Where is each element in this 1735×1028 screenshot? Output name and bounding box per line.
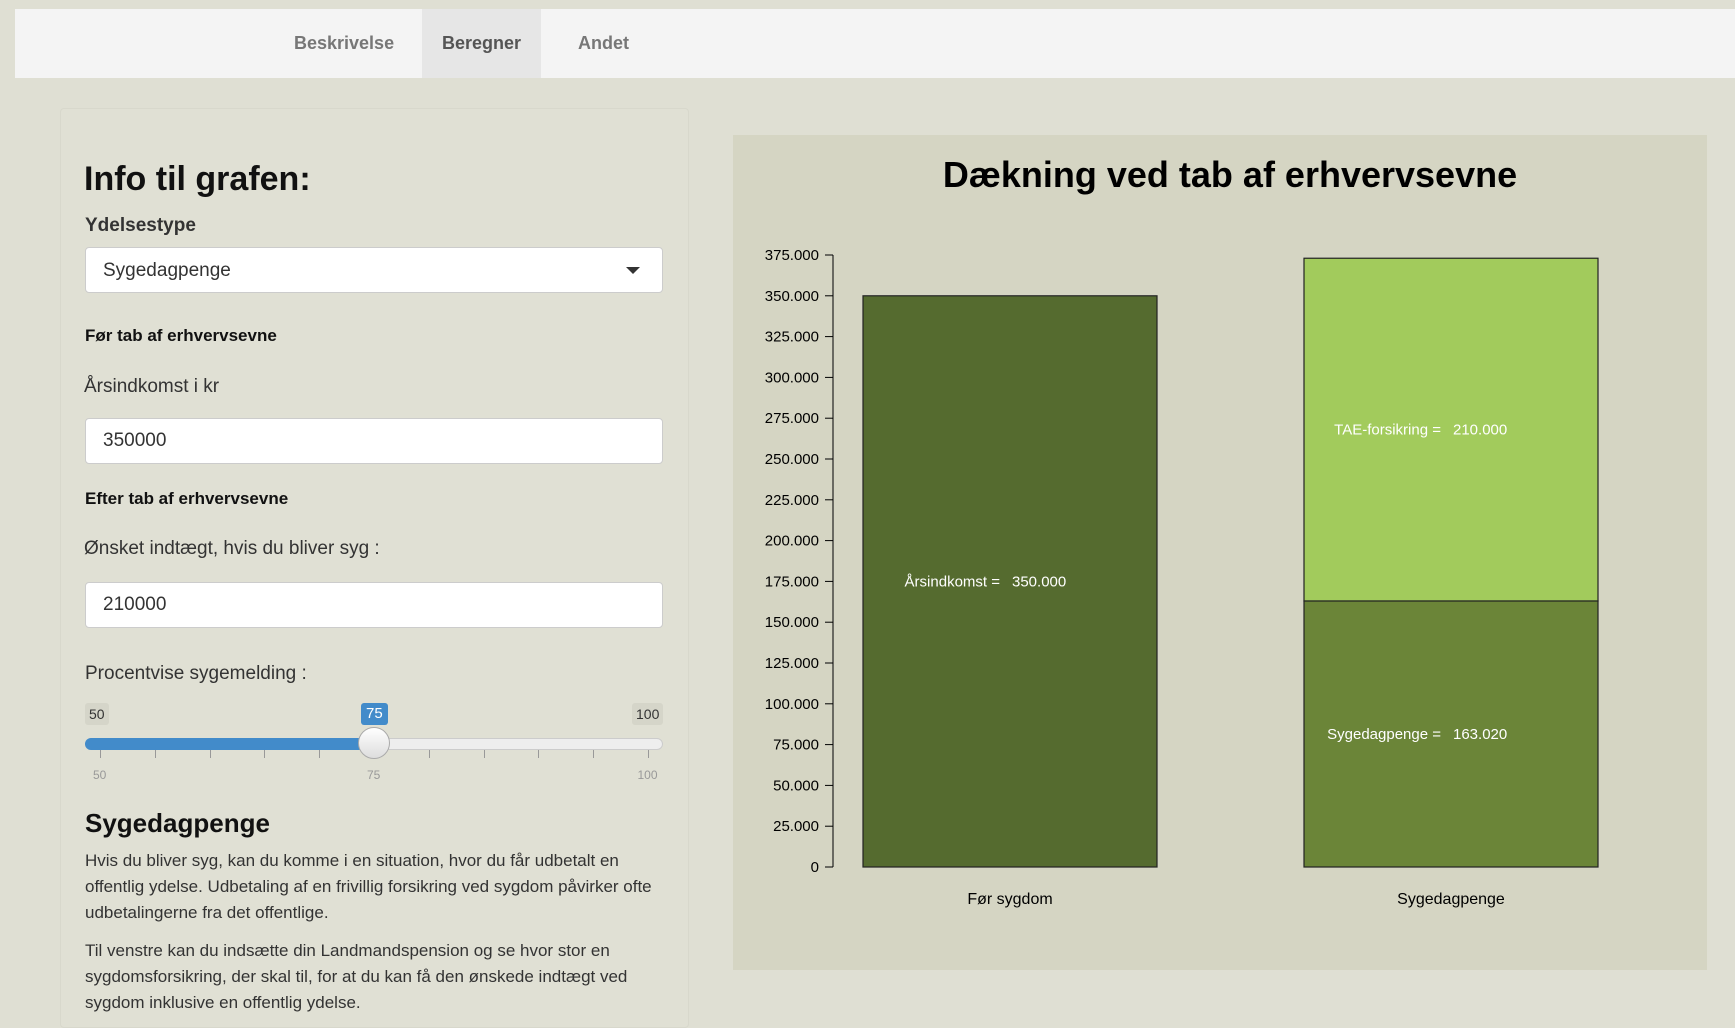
desired-income-label: Ønsket indtægt, hvis du bliver syg : [84,538,380,559]
x-category-label: Sygedagpenge [1397,891,1505,908]
slider-tick [209,750,211,758]
y-tick-label: 200.000 [765,533,819,550]
desired-income-input[interactable] [85,582,663,628]
slider-tick [593,750,595,758]
coverage-chart: Dækning ved tab af erhvervsevne 0 25.000 5… [765,154,1599,908]
y-tick-label: 150.000 [765,614,819,631]
after-heading: Efter tab af erhvervsevne [85,489,289,508]
caret-down-icon [626,267,640,274]
y-tick-label: 350.000 [765,288,819,305]
slider-tick-label: 75 [367,768,381,782]
slider-label: Procentvise sygemelding : [85,663,307,684]
y-tick-label: 375.000 [765,247,819,264]
slider-tick [154,750,156,758]
benefit-type-selected: Sygedagpenge [103,260,231,281]
y-tick-label: 325.000 [765,329,819,346]
bar-segment-label: Sygedagpenge = [1327,726,1441,743]
y-tick-label: 275.000 [765,410,819,427]
slider-tick [648,750,649,758]
bar-value-label: 163.020 [1453,726,1507,743]
slider-min-label: 50 [85,703,109,725]
slider-tick [100,750,101,758]
slider-tick-label: 100 [637,768,658,782]
paragraph-1: Hvis du bliver syg, kan du komme i en si… [85,851,652,922]
benefit-type-label: Ydelsestype [85,215,196,236]
slider-tick-label: 50 [93,768,107,782]
navbar: Beskrivelse Beregner Andet [15,9,1735,78]
y-tick-label: 250.000 [765,451,819,468]
slider-tick [483,750,485,758]
slider-tick [428,750,430,758]
income-input[interactable] [85,418,663,464]
tab-beregner[interactable]: Beregner [422,9,542,78]
paragraph-2: Til venstre kan du indsætte din Landmand… [85,941,628,1012]
chart-title: Dækning ved tab af erhvervsevne [943,154,1517,195]
chart-panel: Dækning ved tab af erhvervsevne 0 25.000 5… [733,135,1707,970]
tab-andet[interactable]: Andet [557,9,650,78]
section-title: Sygedagpenge [85,808,270,838]
y-tick-label: 100.000 [765,696,819,713]
income-label: Årsindkomst i kr [84,376,220,397]
y-axis: 0 25.000 50.000 75.000 100.000 125.000 150.000… [765,247,834,876]
slider-tick [319,750,321,758]
y-tick-label: 0 [811,859,819,876]
y-tick-label: 225.000 [765,492,819,509]
slider-fill [85,738,374,750]
slider-tick [264,750,266,758]
sidebar-title: Info til grafen: [84,160,311,198]
slider-handle[interactable] [358,727,390,759]
y-tick-label: 175.000 [765,573,819,590]
y-tick-label: 125.000 [765,655,819,672]
y-tick-label: 50.000 [773,777,819,794]
bar-value-label: 210.000 [1453,422,1507,439]
benefit-type-select[interactable]: Sygedagpenge [85,247,663,293]
bar-value-label: 350.000 [1012,573,1066,590]
y-tick-label: 75.000 [773,737,819,754]
y-tick-label: 25.000 [773,818,819,835]
bar-segment-label: Årsindkomst = [905,573,1001,590]
slider-tick [538,750,540,758]
slider-max-label: 100 [632,703,664,725]
y-tick-label: 300.000 [765,369,819,386]
before-heading: Før tab af erhvervsevne [85,326,277,345]
slider-value-label: 75 [361,703,388,725]
x-category-label: Før sygdom [967,891,1052,908]
tab-beskrivelse[interactable]: Beskrivelse [273,9,415,78]
bar-segment-label: TAE-forsikring = [1334,422,1441,439]
bars: Før sygdom Sygedagpenge Årsindkomst = 350.0… [862,257,1599,908]
